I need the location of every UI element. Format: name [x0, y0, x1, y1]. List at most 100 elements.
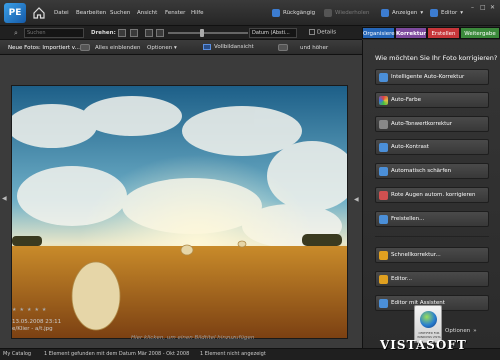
crop-icon [379, 215, 388, 224]
contrast-icon [379, 143, 388, 152]
editor-button[interactable]: Editor ▾ [430, 9, 463, 17]
vistasoft-watermark: VISTASOFT [380, 338, 467, 352]
button-label: Automatisch schärfen [391, 168, 452, 174]
import-label: Neue Fotos: Importiert v... [8, 45, 80, 51]
details-checkbox[interactable]: Details [309, 29, 336, 36]
catalog-name[interactable]: My Catalog [3, 349, 31, 360]
rating-stars[interactable]: ★★★★★ [12, 307, 49, 313]
and-higher-label: und höher [300, 45, 329, 51]
button-label: Auto-Tonwertkorrektur [391, 121, 453, 127]
quickfix-icon [379, 251, 388, 260]
sharpen-icon [379, 167, 388, 176]
hidden-count: 1 Element nicht angezeigt [200, 351, 266, 357]
tab-organisieren[interactable]: Organisieren [362, 27, 398, 39]
tab-erstellen[interactable]: Erstellen [427, 27, 460, 39]
button-label: Auto-Farbe [391, 97, 422, 103]
rating-filter-button[interactable] [278, 44, 288, 51]
button-label: Auto-Kontrast [391, 144, 429, 150]
button-label: Intelligente Auto-Korrektur [391, 74, 465, 80]
search-input[interactable] [24, 28, 84, 38]
home-icon[interactable] [32, 6, 46, 20]
menu-hilfe[interactable]: Hilfe [191, 10, 204, 16]
red-eye-button[interactable]: Rote Augen autom. korrigieren [375, 187, 489, 203]
zoom-slider-handle[interactable] [200, 29, 204, 37]
show-all-button[interactable]: Alles einblenden [95, 45, 140, 51]
minimize-icon[interactable]: – [471, 4, 477, 11]
next-arrow-icon[interactable]: ◀ [354, 196, 360, 204]
panel-divider [375, 236, 489, 237]
button-label: Schnellkorrektur... [391, 252, 441, 258]
button-label: Freistellen... [391, 216, 425, 222]
redo-button[interactable]: Wiederholen [324, 9, 370, 17]
found-count: 1 Element gefunden mit dem Datum Mär 200… [44, 351, 190, 357]
grid-view-button[interactable] [156, 29, 164, 37]
button-label: Rote Augen autom. korrigieren [391, 192, 476, 198]
back-button[interactable] [80, 44, 90, 51]
fullscreen-icon [203, 44, 211, 50]
options-dropdown[interactable]: Optionen ▾ [147, 45, 177, 51]
views-button[interactable]: Anzeigen ▾ [381, 9, 423, 17]
redo-icon [324, 9, 332, 17]
photo-date: 13.05.2008 23:11 [12, 319, 62, 325]
search-icon[interactable]: ⌕ [14, 29, 18, 38]
menu-bearbeiten[interactable]: Bearbeiten [76, 10, 106, 16]
redo-label: Wiederholen [335, 10, 370, 16]
redeye-icon [379, 191, 388, 200]
views-label: Anzeigen [392, 10, 418, 16]
close-icon[interactable]: ✕ [490, 4, 496, 11]
undo-label: Rückgängig [283, 10, 316, 16]
fullscreen-button[interactable]: Vollbildansicht [203, 44, 254, 50]
fullscreen-label: Vollbildansicht [214, 44, 254, 50]
editor-icon [430, 9, 438, 17]
quick-fix-button[interactable]: Schnellkorrektur... [375, 247, 489, 263]
options-label: Optionen [147, 45, 173, 51]
smart-fix-button[interactable]: Intelligente Auto-Korrektur [375, 69, 489, 85]
auto-contrast-button[interactable]: Auto-Kontrast [375, 139, 489, 155]
auto-color-button[interactable]: Auto-Farbe [375, 92, 489, 108]
options-label: Optionen [445, 328, 471, 334]
undo-button[interactable]: Rückgängig [272, 9, 315, 17]
views-icon [381, 9, 389, 17]
photo-image[interactable] [11, 85, 348, 339]
rotate-right-button[interactable] [130, 29, 138, 37]
chevron-down-icon: ▾ [460, 10, 464, 16]
photo-wheat-field [12, 86, 347, 338]
crop-button[interactable]: Freistellen... [375, 211, 489, 227]
color-icon [379, 96, 388, 105]
levels-icon [379, 120, 388, 129]
photo-caption: ★★★★★ 13.05.2008 23:11 e/Klier - a/t.jpg… [11, 305, 351, 345]
editor-label: Editor [441, 10, 458, 16]
undo-icon [272, 9, 280, 17]
auto-sharpen-button[interactable]: Automatisch schärfen [375, 163, 489, 179]
browser-toolbar: Neue Fotos: Importiert v... Alles einble… [0, 40, 362, 55]
windows-logo-icon [420, 311, 437, 328]
zoom-slider[interactable] [168, 32, 248, 34]
menu-suchen[interactable]: Suchen [110, 10, 130, 16]
search-toolbar: ⌕ Drehen: Datum (Absti... Details [0, 26, 362, 40]
panel-options-button[interactable]: Optionen» [445, 328, 477, 334]
guided-icon [379, 299, 388, 308]
maximize-icon[interactable]: □ [480, 4, 486, 11]
previous-arrow-icon[interactable]: ◀ [2, 195, 8, 203]
checkbox-box [309, 29, 315, 35]
app-logo[interactable]: PE [4, 3, 26, 23]
menu-fenster[interactable]: Fenster [165, 10, 185, 16]
chevron-down-icon: ▾ [173, 45, 177, 51]
editor-full-button[interactable]: Editor... [375, 271, 489, 287]
menu-bar: PE Datei Bearbeiten Suchen Ansicht Fenst… [0, 0, 500, 26]
wand-icon [379, 73, 388, 82]
details-label: Details [317, 29, 337, 36]
caption-hint[interactable]: Hier klicken, um einen Bildtitel hinzuzu… [131, 335, 254, 341]
auto-levels-button[interactable]: Auto-Tonwertkorrektur [375, 116, 489, 132]
tab-weitergabe[interactable]: Weitergabe [460, 27, 500, 39]
menu-ansicht[interactable]: Ansicht [137, 10, 157, 16]
rotate-left-button[interactable] [118, 29, 126, 37]
thumbnail-view-button[interactable] [145, 29, 153, 37]
rotate-label: Drehen: [91, 30, 116, 36]
menu-datei[interactable]: Datei [54, 10, 69, 16]
editor-icon [379, 275, 388, 284]
photo-filename: e/Klier - a/t.jpg [12, 326, 53, 332]
sort-select[interactable]: Datum (Absti... [249, 28, 297, 38]
quick-fix-panel: Wie möchten Sie Ihr Foto korrigieren? In… [362, 40, 500, 348]
tab-korrektur[interactable]: Korrektur [395, 27, 427, 39]
